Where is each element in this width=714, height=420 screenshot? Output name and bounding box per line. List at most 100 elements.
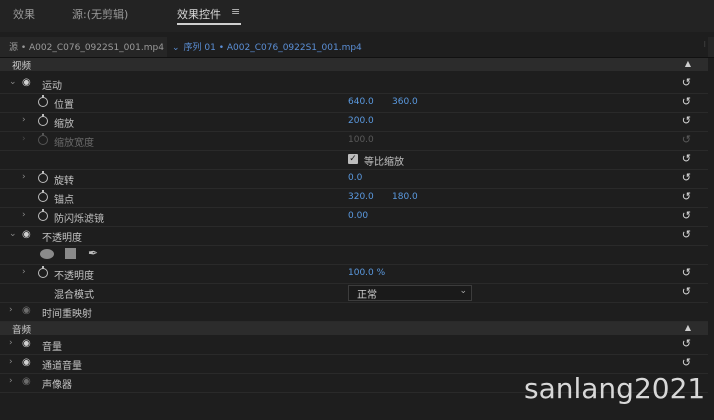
eye-icon[interactable]: ◉ [22, 357, 31, 368]
chevron-down-icon[interactable]: ⌄ [9, 77, 17, 87]
blend-mode-label: 混合模式 [54, 290, 94, 301]
opacity-group-label: 不透明度 [42, 233, 82, 244]
audio-section-label: 音频 [12, 325, 32, 336]
reset-icon[interactable]: ↺ [682, 172, 691, 183]
stopwatch-icon[interactable] [38, 114, 48, 126]
scale-width-value: 100.0 [348, 135, 374, 145]
property-row-position: 位置 640.0 360.0 ↺ [0, 94, 708, 113]
scale-width-label: 缩放宽度 [54, 138, 94, 149]
position-x-value[interactable]: 640.0 [348, 97, 374, 107]
scale-label: 缩放 [54, 119, 74, 130]
triangle-up-icon[interactable]: ▲ [685, 59, 691, 68]
chevron-right-icon[interactable]: › [9, 376, 13, 386]
chevron-right-icon[interactable]: › [22, 267, 26, 277]
reset-icon: ↺ [681, 133, 691, 146]
volume-label: 音量 [42, 342, 62, 353]
active-tab-indicator [177, 23, 241, 25]
channel-volume-label: 通道音量 [42, 361, 82, 372]
pen-mask-icon[interactable]: ✒ [88, 246, 98, 260]
chevron-down-icon: ⌄ [172, 43, 180, 53]
chevron-right-icon[interactable]: › [22, 210, 26, 220]
uniform-scale-checkbox[interactable]: ✓ [348, 154, 358, 164]
rotation-label: 旋转 [54, 176, 74, 187]
stopwatch-icon[interactable] [38, 95, 48, 107]
reset-icon[interactable]: ↺ [682, 191, 691, 202]
property-row-anti-flicker: › 防闪烁滤镜 0.00 ↺ [0, 208, 708, 227]
reset-icon[interactable]: ↺ [682, 115, 691, 126]
blend-mode-value: 正常 [357, 290, 377, 301]
stopwatch-icon[interactable] [38, 190, 48, 202]
reset-icon[interactable]: ↺ [682, 357, 691, 368]
stopwatch-icon [38, 133, 48, 145]
panel-grip-icon[interactable]: ⁝ [703, 40, 706, 49]
chevron-right-icon[interactable]: › [22, 115, 26, 125]
tab-source[interactable]: 源:(无剪辑) [72, 6, 128, 22]
eye-icon[interactable]: ◉ [22, 376, 31, 387]
eye-icon[interactable]: ◉ [22, 338, 31, 349]
reset-icon[interactable]: ↺ [682, 267, 691, 278]
anti-flicker-label: 防闪烁滤镜 [54, 214, 104, 225]
anchor-y-value[interactable]: 180.0 [392, 192, 418, 202]
effect-controls-panel: 视频 ▲ ⌄ ◉ 运动 ↺ 位置 640.0 360.0 ↺ › 缩放 200.… [0, 58, 708, 420]
motion-label: 运动 [42, 81, 62, 92]
video-section-header: 视频 ▲ [0, 58, 708, 72]
opacity-value[interactable]: 100.0 % [348, 268, 385, 278]
chevron-down-icon: ⌄ [459, 286, 467, 296]
opacity-label: 不透明度 [54, 271, 94, 282]
sequence-clip-label: 序列 01 • A002_C076_0922S1_001.mp4 [183, 43, 362, 53]
anti-flicker-value[interactable]: 0.00 [348, 211, 368, 221]
tab-effect-controls[interactable]: 效果控件 [177, 6, 221, 22]
reset-icon[interactable]: ↺ [682, 210, 691, 221]
property-row-uniform-scale: ✓ 等比缩放 ↺ [0, 151, 708, 170]
property-row-scale-width: › 缩放宽度 100.0 ↺ [0, 132, 708, 151]
source-clip-tab[interactable]: 源 • A002_C076_0922S1_001.mp4 [9, 40, 164, 53]
reset-icon[interactable]: ↺ [682, 229, 691, 240]
ellipse-mask-icon[interactable] [40, 249, 54, 259]
effect-row-motion[interactable]: ⌄ ◉ 运动 ↺ [0, 75, 708, 94]
chevron-down-icon[interactable]: ⌄ [9, 229, 17, 239]
audio-section-header: 音频 ▲ [0, 322, 708, 336]
panner-label: 声像器 [42, 380, 72, 391]
rotation-value[interactable]: 0.0 [348, 173, 362, 183]
property-row-blend-mode: 混合模式 正常 ⌄ ↺ [0, 284, 708, 303]
panel-menu-icon[interactable]: ≡ [231, 5, 240, 18]
stopwatch-icon[interactable] [38, 209, 48, 221]
property-row-rotation: › 旋转 0.0 ↺ [0, 170, 708, 189]
property-row-anchor: 锚点 320.0 180.0 ↺ [0, 189, 708, 208]
reset-icon[interactable]: ↺ [682, 77, 691, 88]
blend-mode-select[interactable]: 正常 ⌄ [348, 285, 472, 301]
sequence-clip-tab[interactable]: ⌄ 序列 01 • A002_C076_0922S1_001.mp4 [167, 37, 708, 57]
reset-icon[interactable]: ↺ [682, 153, 691, 164]
time-remap-label: 时间重映射 [42, 309, 92, 320]
chevron-right-icon[interactable]: › [9, 305, 13, 315]
reset-icon[interactable]: ↺ [682, 338, 691, 349]
anchor-x-value[interactable]: 320.0 [348, 192, 374, 202]
effect-row-volume[interactable]: › ◉ 音量 ↺ [0, 336, 708, 355]
chevron-right-icon[interactable]: › [22, 172, 26, 182]
stopwatch-icon[interactable] [38, 266, 48, 278]
chevron-right-icon[interactable]: › [9, 357, 13, 367]
mask-tools-row: ✒ [0, 246, 708, 265]
watermark-text: sanlang2021 [524, 372, 706, 405]
position-y-value[interactable]: 360.0 [392, 97, 418, 107]
uniform-scale-label: 等比缩放 [364, 157, 404, 168]
stopwatch-icon[interactable] [38, 171, 48, 183]
tab-effects[interactable]: 效果 [13, 6, 35, 22]
chevron-right-icon[interactable]: › [9, 338, 13, 348]
effect-row-opacity[interactable]: ⌄ ◉ 不透明度 ↺ [0, 227, 708, 246]
panel-tab-bar: 效果 源:(无剪辑) 效果控件 ≡ [0, 0, 714, 32]
eye-icon[interactable]: ◉ [22, 305, 31, 316]
scale-value[interactable]: 200.0 [348, 116, 374, 126]
triangle-up-icon[interactable]: ▲ [685, 323, 691, 332]
video-section-label: 视频 [12, 61, 32, 72]
effect-row-time-remap[interactable]: › ◉ 时间重映射 [0, 303, 708, 322]
eye-icon[interactable]: ◉ [22, 229, 31, 240]
reset-icon[interactable]: ↺ [682, 286, 691, 297]
chevron-right-icon: › [22, 134, 26, 144]
anchor-label: 锚点 [54, 195, 74, 206]
rectangle-mask-icon[interactable] [65, 248, 76, 259]
property-row-opacity: › 不透明度 100.0 % ↺ [0, 265, 708, 284]
reset-icon[interactable]: ↺ [682, 96, 691, 107]
eye-icon[interactable]: ◉ [22, 77, 31, 88]
property-row-scale: › 缩放 200.0 ↺ [0, 113, 708, 132]
